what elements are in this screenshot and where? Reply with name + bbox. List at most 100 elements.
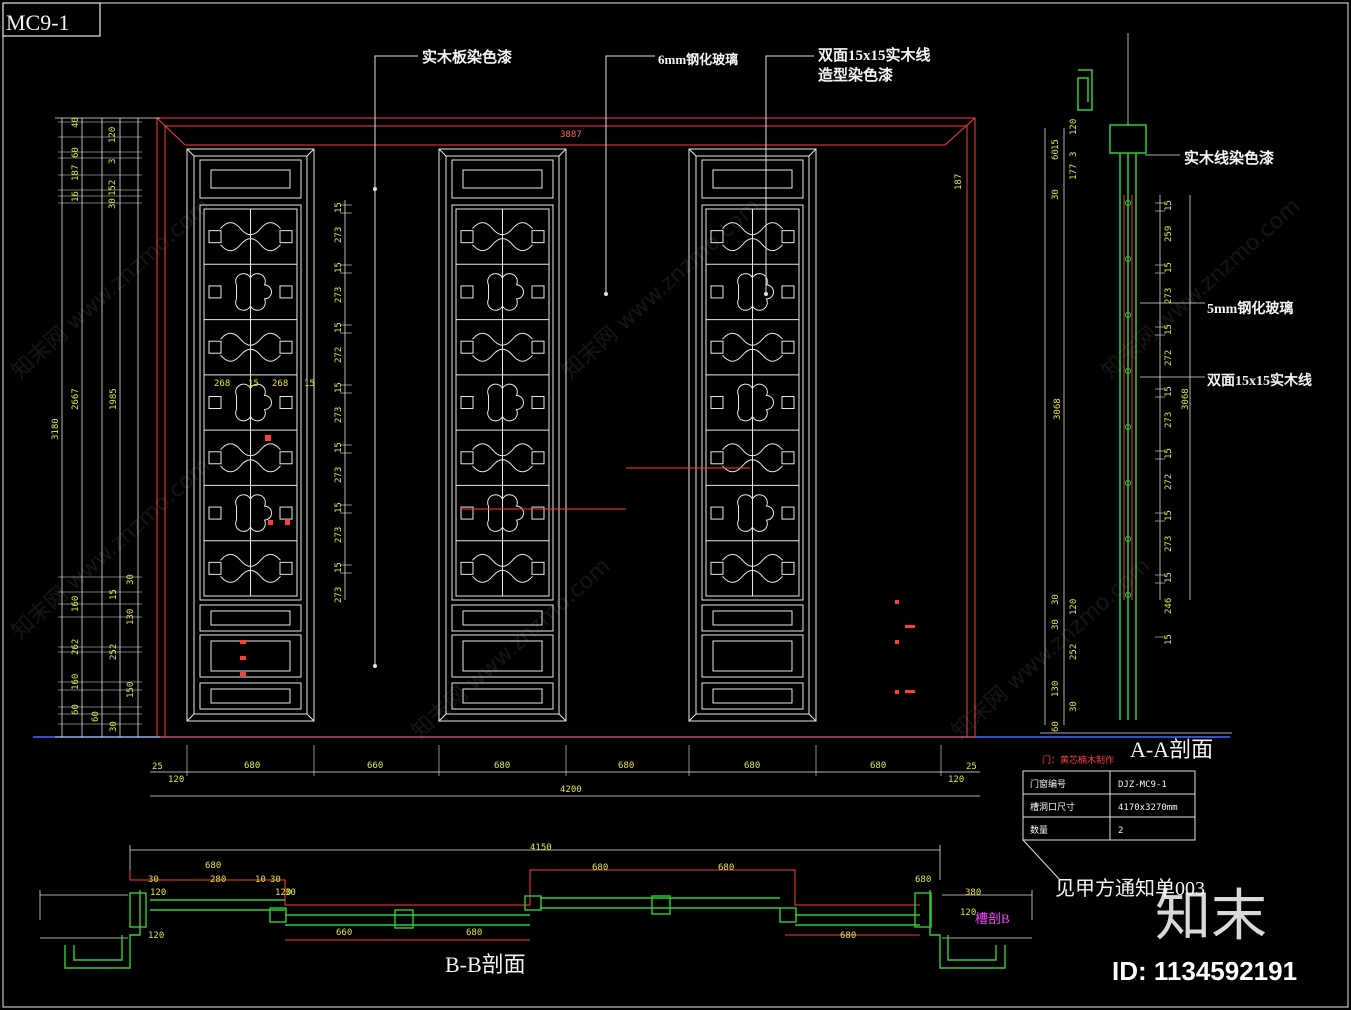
frame-miter (558, 148, 567, 157)
pitch-label: 15 (334, 562, 344, 573)
left-dim-top: 60 (71, 147, 81, 158)
corner-block (208, 506, 222, 520)
top-panel (451, 159, 554, 199)
left-dim-top: 187 (71, 165, 81, 181)
corner-block (710, 285, 724, 299)
bottom-dim-edge: 25 (152, 762, 163, 772)
aa-left-dim: 120 (1069, 119, 1079, 135)
bb-dim: 10 (255, 875, 266, 885)
left-dim-bottom: 15 (109, 589, 119, 600)
leader-dot (373, 187, 377, 191)
brand-id: ID: 1134592191 (1112, 956, 1297, 986)
corner-block (710, 451, 724, 465)
bottom-panel-inset (712, 688, 793, 704)
quatrefoil (235, 383, 272, 422)
bb-tag: 槽剖B (975, 911, 1010, 926)
pitch-label: 15 (334, 442, 344, 453)
corner-block (279, 561, 293, 575)
left-dim-bottom: 30 (126, 574, 136, 585)
quatrefoil (487, 383, 524, 422)
section-bb: 680 30 280 10 30 120 30 660 680 680 680 680 680 120 12… (39, 843, 1033, 977)
corner-block (710, 561, 724, 575)
corner-block (710, 340, 724, 354)
aa-left-dim: 30 (1051, 594, 1061, 605)
quatrefoil (487, 273, 524, 311)
pitch-label: 273 (334, 527, 344, 543)
table-row-label: 门窗编号 (1030, 778, 1066, 790)
aa-right-dim: 272 (1164, 350, 1174, 366)
bottom-dim-edge: 120 (168, 775, 184, 785)
bb-dim: 120 (960, 908, 976, 918)
bb-dim: 30 (148, 875, 159, 885)
corner-block (279, 285, 293, 299)
bottom-panel-inset (712, 640, 793, 672)
bb-dim: 380 (965, 888, 981, 898)
bottom-dim-panel: 680 (870, 761, 886, 771)
bottom-dim-edge: 25 (966, 762, 977, 772)
corner-block (781, 561, 795, 575)
aa-right-dim: 273 (1164, 412, 1174, 428)
left-dim-top: 16 (71, 191, 81, 202)
corner-block (710, 396, 724, 409)
bottom-panel (199, 604, 302, 632)
watermark-text: 知末网 www.znzmo.com (7, 194, 215, 385)
aa-left-dim: 130 (1051, 681, 1061, 697)
frame-miter (306, 713, 315, 722)
bb-dim: 680 (592, 863, 608, 873)
aa-right-dim: 15 (1164, 634, 1174, 645)
table-row-value: 2 (1118, 826, 1123, 836)
table-row-value: DJZ-MC9-1 (1118, 780, 1167, 790)
left-dim-top: 152 (108, 180, 118, 196)
aa-left-dim: 177 (1069, 164, 1079, 180)
aa-right-dim: 15 (1164, 510, 1174, 521)
bottom-panel (701, 682, 804, 710)
bb-dim: 680 (718, 863, 734, 873)
aa-right-dim: 15 (1164, 386, 1174, 397)
leader-dot (764, 292, 768, 296)
label-wood-line-1: 双面15x15实木线 (818, 46, 931, 64)
bb-dim: 680 (915, 875, 931, 885)
corner-block (531, 230, 545, 244)
table-row-value: 4170x3270mm (1118, 803, 1178, 813)
bb-total: 4150 (530, 843, 552, 853)
door-leaf (186, 148, 315, 722)
aa-label-wood-line: 双面15x15实木线 (1207, 372, 1312, 389)
frame-miter (186, 148, 195, 157)
corner-block (279, 230, 293, 244)
corner-block (208, 230, 222, 244)
aa-label-glass-5mm: 5mm钢化玻璃 (1207, 300, 1293, 317)
brand-logo: 知末 (1155, 884, 1267, 947)
top-panel-inset (712, 169, 793, 189)
bottom-dim-panel: 680 (244, 761, 260, 771)
bb-dim: 280 (210, 875, 226, 885)
bb-title: B-B剖面 (445, 952, 526, 977)
corner-block (531, 285, 545, 299)
aa-right-dim: 246 (1164, 598, 1174, 614)
corner-block (279, 396, 293, 409)
pitch-label: 273 (334, 587, 344, 603)
small-dim: 268 (214, 379, 230, 389)
top-dimension: 3887 (560, 130, 582, 140)
corner-block (279, 506, 293, 520)
label-wood-panel: 实木板染色漆 (422, 48, 512, 66)
section-aa: 1201536017730306830 120302521303060152591… (1040, 33, 1312, 762)
table-row-label: 数量 (1030, 824, 1048, 836)
pitch-label: 15 (334, 382, 344, 393)
aa-right-total: 3068 (1181, 388, 1191, 410)
bb-dim: 120 (148, 931, 164, 941)
small-dim: 15 (248, 379, 259, 389)
top-panel-inset (210, 169, 291, 189)
bottom-panel (701, 604, 804, 632)
corner-block (208, 396, 222, 409)
quatrefoil (737, 494, 774, 532)
bb-dim: 680 (840, 931, 856, 941)
left-dim-top: 3 (108, 159, 118, 164)
leader-dot (373, 664, 377, 668)
frame-miter (306, 148, 315, 157)
aa-label-wood-line-paint: 实木线染色漆 (1184, 149, 1274, 167)
left-dim-top: 40 (71, 117, 81, 128)
bb-dim: 680 (205, 861, 221, 871)
frame-miter (186, 713, 195, 722)
watermark-text: 知末网 www.znzmo.com (7, 454, 215, 645)
quatrefoil (235, 273, 272, 311)
